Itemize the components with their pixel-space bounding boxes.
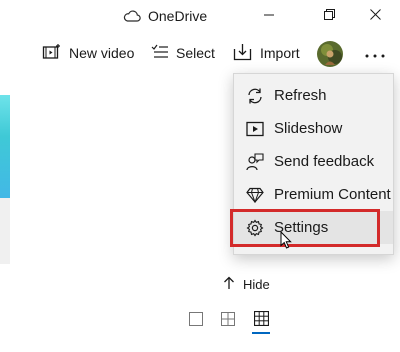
photo-thumbnail[interactable] [0,95,10,198]
medium-grid-view-button[interactable] [219,311,237,331]
minimize-button[interactable] [246,0,292,32]
refresh-icon [246,87,264,105]
import-button[interactable]: Import [233,41,300,65]
mouse-pointer-icon [280,230,292,254]
new-video-icon [42,43,62,64]
menu-item-send-feedback[interactable]: Send feedback [234,145,393,178]
menu-item-slideshow[interactable]: Slideshow [234,112,393,145]
menu-item-label: Slideshow [274,120,343,137]
menu-item-label: Premium Content [274,186,391,203]
menu-item-refresh[interactable]: Refresh [234,79,393,112]
import-label: Import [260,45,300,61]
feedback-icon [246,152,264,171]
thumbnail-edge [0,198,10,264]
window-title: OneDrive [123,5,207,27]
hide-button[interactable]: Hide [223,276,270,293]
onedrive-cloud-icon [123,10,141,22]
diamond-icon [246,186,264,204]
select-label: Select [176,45,215,61]
menu-item-label: Refresh [274,87,327,104]
new-video-button[interactable]: New video [42,41,134,65]
slideshow-icon [246,120,264,138]
avatar[interactable] [317,41,343,67]
restore-icon [323,7,335,25]
close-icon [369,7,381,25]
grid-3x3-icon [253,310,269,331]
grid-2x2-icon [221,311,235,331]
window-title-text: OneDrive [148,8,208,24]
more-options-button[interactable] [360,44,390,64]
select-list-icon [151,44,169,63]
close-button[interactable] [352,0,398,32]
arrow-up-icon [223,276,235,293]
maximize-button[interactable] [306,0,352,32]
import-icon [233,43,253,64]
new-video-label: New video [69,45,135,61]
single-square-icon [189,311,203,331]
hide-label: Hide [243,277,270,292]
menu-item-label: Send feedback [274,153,375,170]
select-button[interactable]: Select [151,41,215,65]
single-view-button[interactable] [187,311,205,331]
settings-highlight-box [230,209,380,247]
title-bar: OneDrive [0,0,400,32]
menu-item-premium-content[interactable]: Premium Content [234,178,393,211]
more-icon [365,45,385,63]
small-grid-view-button[interactable] [252,310,270,331]
minimize-icon [264,7,274,25]
selected-view-indicator [252,332,270,334]
